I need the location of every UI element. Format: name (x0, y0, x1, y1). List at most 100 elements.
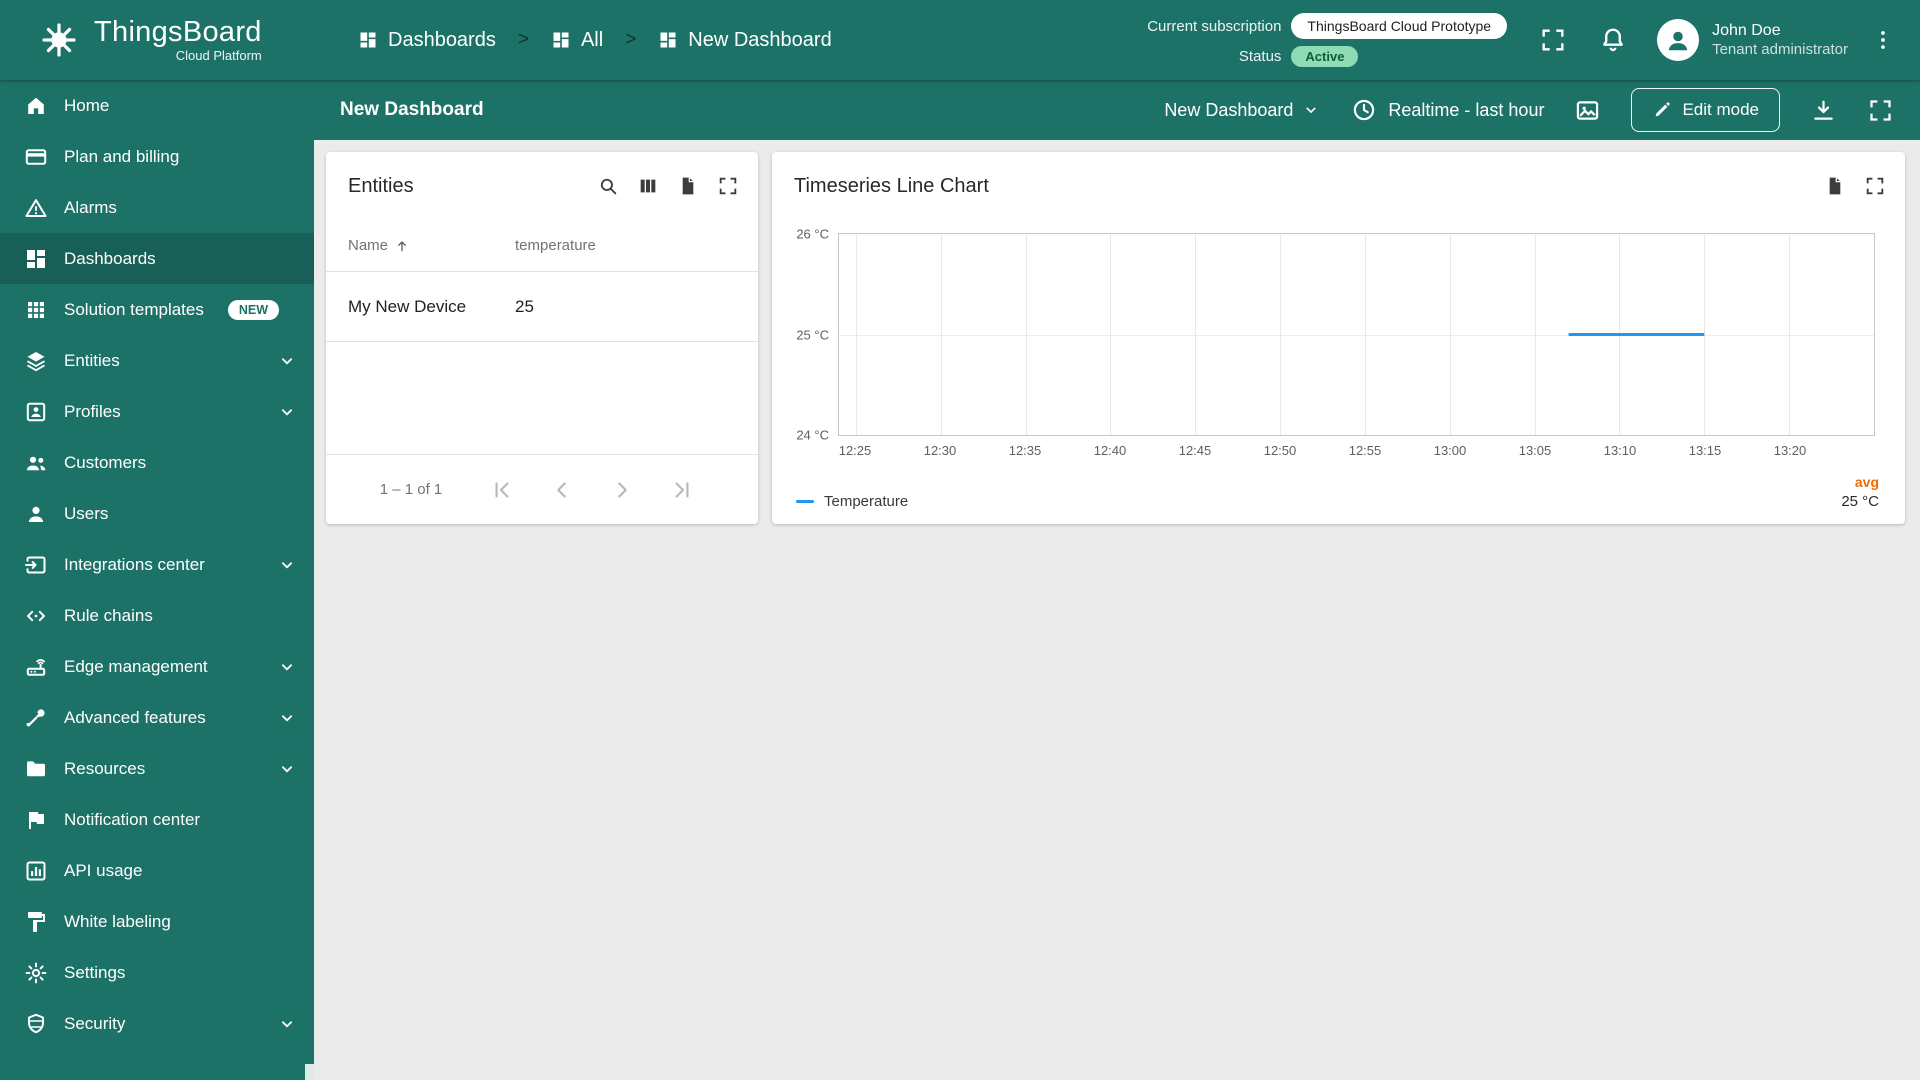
y-tick-label: 24 °C (796, 427, 829, 443)
table-row[interactable]: My New Device 25 (326, 272, 758, 342)
widget-fullscreen-icon[interactable] (1855, 166, 1895, 206)
page-title: New Dashboard (340, 99, 484, 120)
sidebar-scrollbar[interactable] (305, 1064, 314, 1080)
table-empty-space (326, 342, 758, 454)
integrations-icon (24, 553, 48, 577)
chart-area: 26 °C 25 °C 24 °C 12:25 12:30 12:35 12:40 12:4… (796, 227, 1875, 463)
timewindow-label: Realtime - last hour (1388, 99, 1545, 120)
user-menu[interactable]: John Doe Tenant administrator (1657, 19, 1848, 61)
next-page-button[interactable] (600, 468, 644, 512)
subscription-info: Current subscription ThingsBoard Cloud P… (1147, 13, 1508, 67)
sidebar-item-rule-chains[interactable]: Rule chains (0, 590, 314, 641)
clock-icon (1351, 97, 1377, 123)
sidebar-item-solution-templates[interactable]: Solution templates NEW (0, 284, 314, 335)
download-icon[interactable] (1810, 97, 1837, 124)
columns-icon[interactable] (628, 166, 668, 206)
entities-widget-title: Entities (348, 174, 414, 197)
sidebar-item-profiles[interactable]: Profiles (0, 386, 314, 437)
column-header-temperature[interactable]: temperature (515, 237, 596, 254)
settings-icon (24, 961, 48, 985)
edit-mode-label: Edit mode (1682, 100, 1759, 119)
status-label: Status (1238, 48, 1282, 65)
fullscreen-icon[interactable] (1539, 26, 1567, 54)
brand-logo[interactable]: ThingsBoard Cloud Platform (0, 17, 314, 63)
kebab-menu-icon[interactable] (1870, 27, 1896, 53)
sidebar-item-home[interactable]: Home (0, 80, 314, 131)
widget-fullscreen-icon[interactable] (708, 166, 748, 206)
x-tick-label: 12:50 (1263, 443, 1297, 458)
notifications-bell-icon[interactable] (1599, 26, 1627, 54)
rule-chains-icon (24, 604, 48, 628)
last-page-button[interactable] (660, 468, 704, 512)
profiles-icon (24, 400, 48, 424)
first-page-button[interactable] (480, 468, 524, 512)
export-icon[interactable] (1815, 166, 1855, 206)
dashboards-icon (358, 30, 378, 50)
breadcrumb-item-all[interactable]: All (551, 29, 603, 52)
previous-page-button[interactable] (540, 468, 584, 512)
sidebar-item-white-labeling[interactable]: White labeling (0, 896, 314, 947)
sidebar-item-security[interactable]: Security (0, 998, 314, 1049)
main-area: New Dashboard New Dashboard Realtime - l… (314, 80, 1920, 1080)
column-header-name[interactable]: Name (348, 237, 515, 254)
dashboards-icon (551, 30, 571, 50)
sidebar-item-resources[interactable]: Resources (0, 743, 314, 794)
breadcrumb-item-new-dashboard[interactable]: New Dashboard (658, 29, 832, 52)
edit-mode-button[interactable]: Edit mode (1631, 88, 1780, 132)
templates-icon (24, 298, 48, 322)
chart-legend: Temperature avg 25 °C (772, 463, 1905, 524)
legend-series-temperature[interactable]: Temperature (796, 493, 908, 510)
dashboard-state-select[interactable]: New Dashboard (1164, 100, 1321, 121)
pagination-buttons (480, 468, 704, 512)
sidebar-item-settings[interactable]: Settings (0, 947, 314, 998)
legend-avg-header[interactable]: avg (1841, 474, 1879, 490)
sidebar-item-label: Rule chains (64, 605, 153, 625)
export-icon[interactable] (668, 166, 708, 206)
sidebar-item-edge-management[interactable]: Edge management (0, 641, 314, 692)
sidebar-item-advanced-features[interactable]: Advanced features (0, 692, 314, 743)
sidebar-item-label: Settings (64, 962, 126, 982)
sidebar-item-api-usage[interactable]: API usage (0, 845, 314, 896)
header-right: Current subscription ThingsBoard Cloud P… (1147, 13, 1920, 67)
breadcrumb-item-dashboards[interactable]: Dashboards (358, 29, 496, 52)
sidebar-item-integrations-center[interactable]: Integrations center (0, 539, 314, 590)
sidebar-item-alarms[interactable]: Alarms (0, 182, 314, 233)
sidebar-item-notification-center[interactable]: Notification center (0, 794, 314, 845)
sidebar-item-dashboards[interactable]: Dashboards (0, 233, 314, 284)
search-icon[interactable] (588, 166, 628, 206)
toolbar-fullscreen-icon[interactable] (1867, 97, 1894, 124)
x-tick-label: 12:40 (1093, 443, 1127, 458)
y-tick-label: 26 °C (796, 226, 829, 242)
dashboard-image-icon[interactable] (1574, 97, 1601, 124)
sidebar-item-label: Customers (64, 452, 147, 472)
brand-text: ThingsBoard Cloud Platform (94, 17, 262, 62)
cell-temperature: 25 (515, 296, 534, 316)
user-name: John Doe (1712, 21, 1781, 39)
column-label: Name (348, 237, 389, 254)
x-tick-label: 12:30 (923, 443, 957, 458)
sidebar-item-users[interactable]: Users (0, 488, 314, 539)
breadcrumb-separator: > (625, 29, 637, 50)
chevron-down-icon (1301, 100, 1321, 120)
sidebar-item-label: Security (64, 1013, 126, 1033)
chevron-down-icon (276, 1013, 298, 1035)
x-tick-label: 13:15 (1688, 443, 1722, 458)
sidebar-item-label: Home (64, 95, 110, 115)
timewindow-button[interactable]: Realtime - last hour (1351, 97, 1544, 123)
chevron-down-icon (276, 656, 298, 678)
sidebar-item-plan-and-billing[interactable]: Plan and billing (0, 131, 314, 182)
entities-widget: Entities Name temperature My New Device 25… (326, 152, 758, 524)
top-header: ThingsBoard Cloud Platform Dashboards > Al… (0, 0, 1920, 80)
thingsboard-app: ThingsBoard Cloud Platform Dashboards > Al… (0, 0, 1920, 1080)
subscription-pill[interactable]: ThingsBoard Cloud Prototype (1291, 13, 1508, 39)
sort-ascending-icon (394, 238, 410, 254)
customers-icon (24, 451, 48, 475)
dashboards-icon (24, 247, 48, 271)
status-badge: Active (1291, 46, 1359, 67)
sidebar-item-entities[interactable]: Entities (0, 335, 314, 386)
white-labeling-icon (24, 910, 48, 934)
x-tick-label: 12:35 (1008, 443, 1042, 458)
sidebar-item-customers[interactable]: Customers (0, 437, 314, 488)
chevron-down-icon (276, 350, 298, 372)
breadcrumb-label: Dashboards (388, 28, 496, 51)
